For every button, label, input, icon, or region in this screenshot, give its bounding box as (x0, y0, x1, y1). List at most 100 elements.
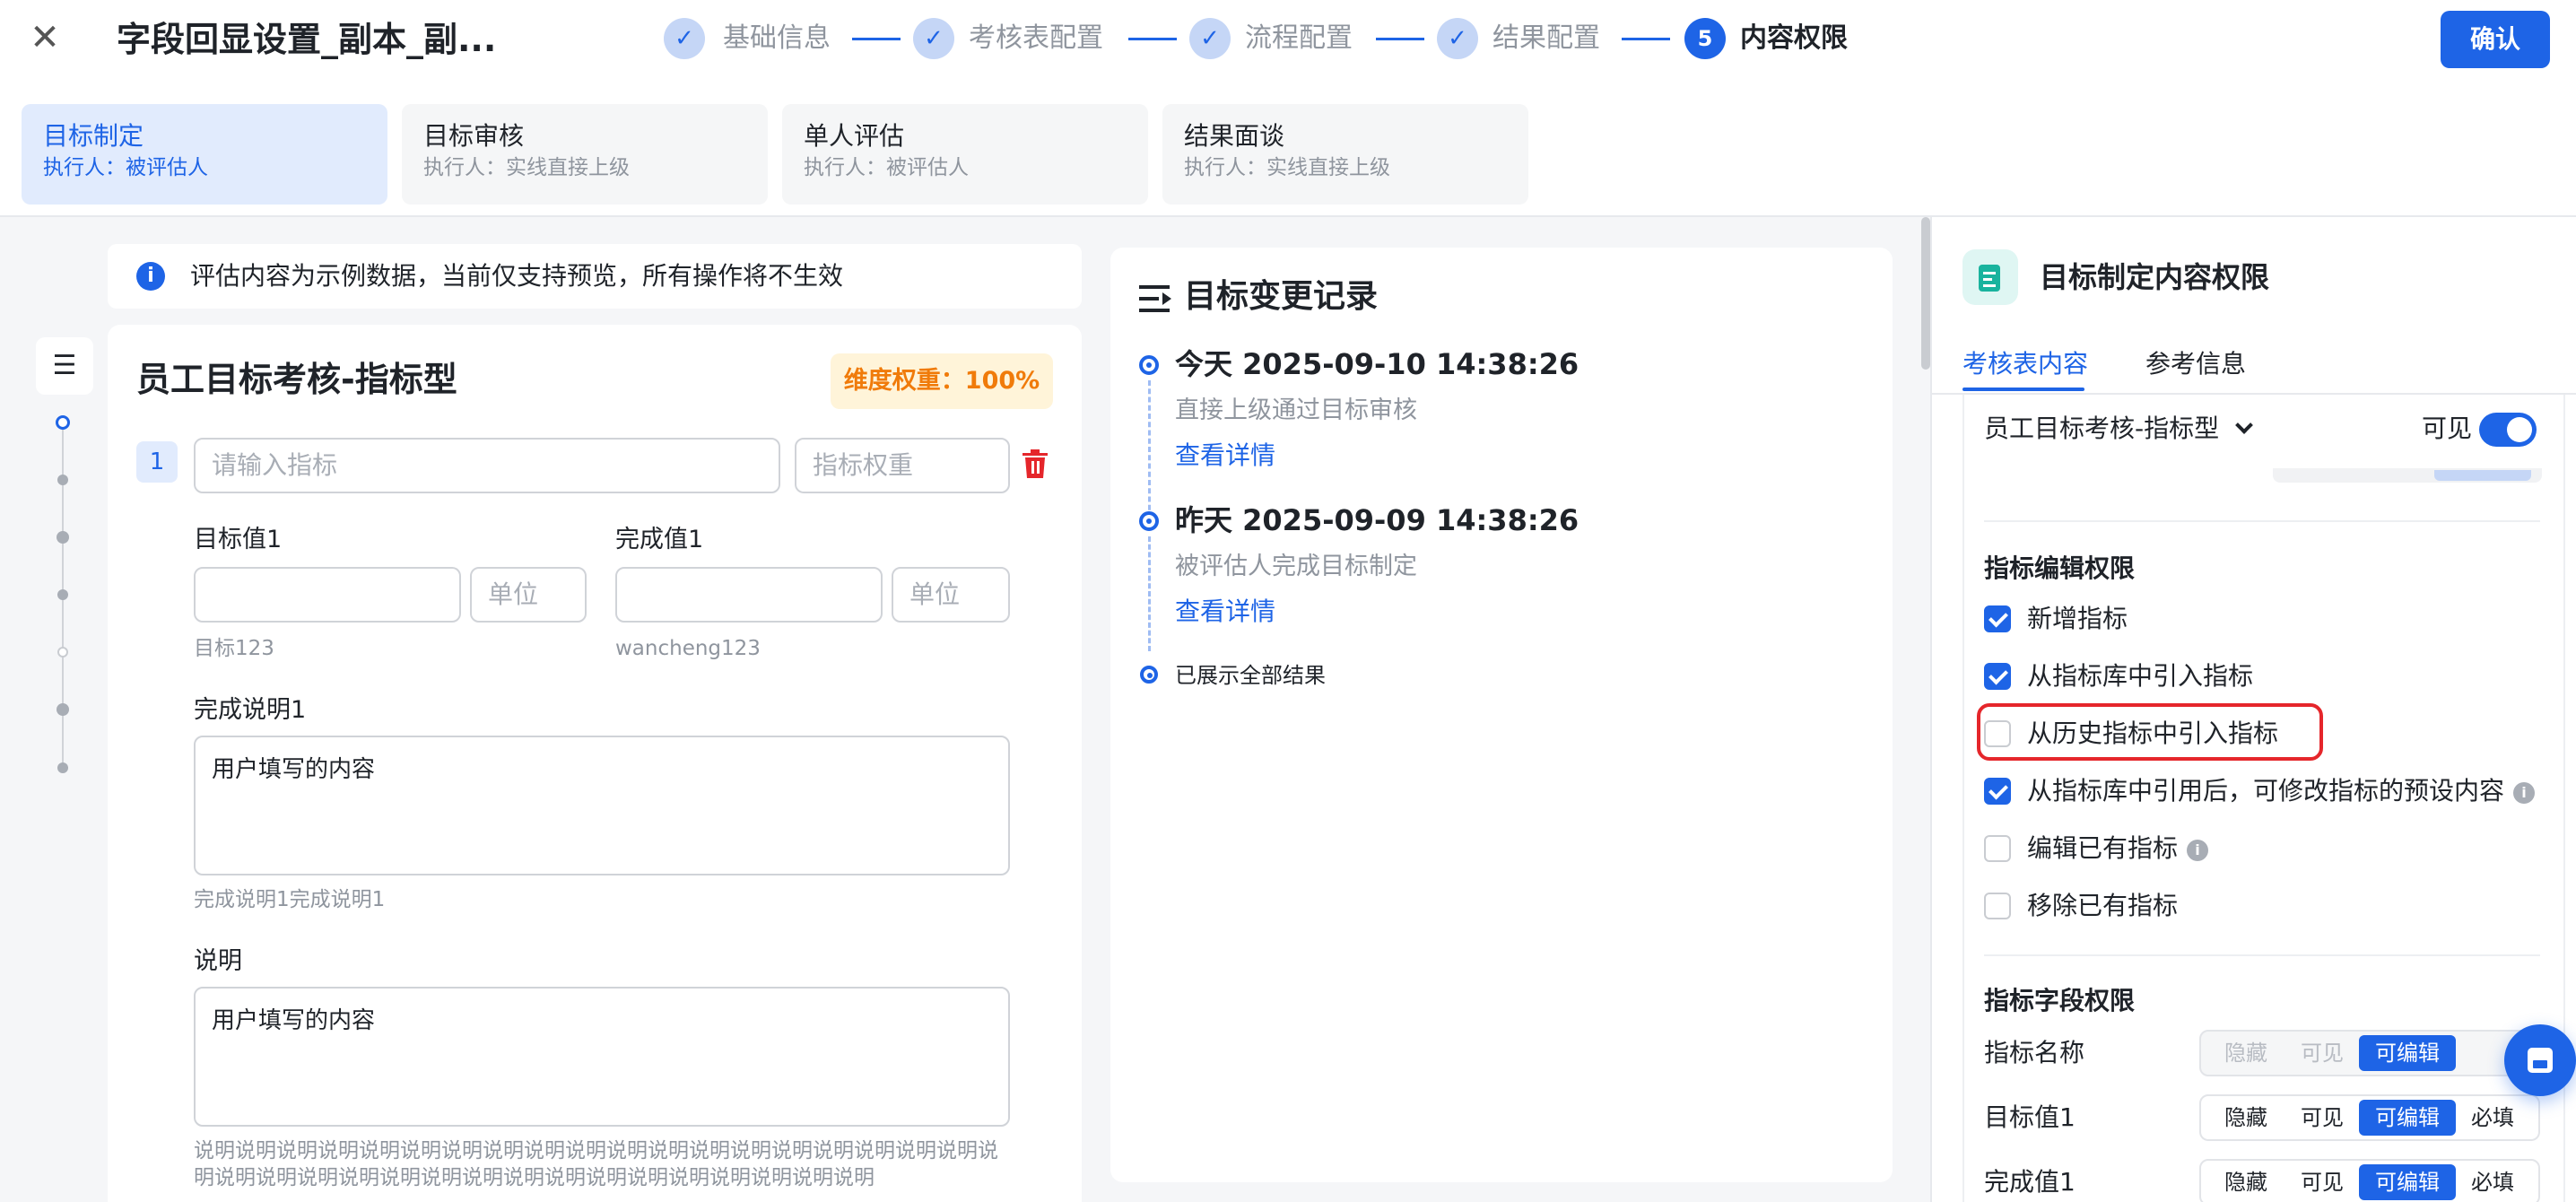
view-details-link[interactable]: 查看详情 (1175, 594, 1275, 630)
scrollbar[interactable] (1921, 217, 1930, 370)
change-log-icon (1139, 285, 1171, 312)
form-title: 员工目标考核-指标型 (136, 360, 457, 399)
step-connector (1376, 38, 1424, 40)
perm-import-from-history[interactable]: 从历史指标中引入指标 (1984, 716, 2316, 752)
completion-desc-label: 完成说明1 (194, 696, 307, 724)
outline-dot[interactable] (57, 647, 68, 658)
stage-tab-result-interview[interactable]: 结果面谈 执行人：实线直接上级 (1162, 104, 1528, 205)
visible-toggle[interactable] (2479, 413, 2537, 447)
step-connector (1622, 38, 1670, 40)
outline-dot[interactable] (57, 762, 68, 773)
description-hint: 说明说明说明说明说明说明说明说明说明说明说明说明说明说明说明说明说明说明说明说明… (194, 1139, 998, 1189)
option-hidden[interactable]: 隐藏 (2206, 1100, 2285, 1136)
option-required[interactable]: 必填 (2456, 1100, 2529, 1136)
step-5-label[interactable]: 内容权限 (1740, 18, 1848, 59)
active-tab-indicator (1962, 388, 2084, 391)
step-connector (852, 38, 901, 40)
tab-form-content[interactable]: 考核表内容 (1962, 346, 2088, 382)
checkbox-unchecked[interactable] (1984, 720, 2011, 747)
option-visible[interactable]: 可见 (2285, 1035, 2359, 1071)
step-3-check-icon: ✓ (1189, 18, 1231, 59)
completion-value-label: 完成值1 (615, 526, 704, 553)
option-editable[interactable]: 可编辑 (2359, 1035, 2456, 1071)
step-2-label[interactable]: 考核表配置 (969, 18, 1103, 59)
stage-tab-goal-setting[interactable]: 目标制定 执行人：被评估人 (22, 104, 387, 205)
visible-label: 可见 (2422, 414, 2473, 443)
field-permission-title: 指标字段权限 (1984, 986, 2136, 1015)
close-icon[interactable]: ✕ (25, 18, 65, 57)
perm-modify-preset[interactable]: 从指标库中引用后，可修改指标的预设内容 i (1984, 773, 2558, 809)
step-1-check-icon: ✓ (664, 18, 705, 59)
completion-unit-input[interactable]: 单位 (892, 567, 1010, 623)
stage-name: 目标审核 (423, 121, 525, 151)
save-icon (2528, 1048, 2553, 1073)
option-hidden[interactable]: 隐藏 (2206, 1035, 2285, 1071)
option-editable[interactable]: 可编辑 (2359, 1164, 2456, 1200)
completion-value-input[interactable] (615, 567, 883, 623)
timeline-desc: 被评估人完成目标制定 (1175, 553, 1417, 580)
checkbox-unchecked[interactable] (1984, 835, 2011, 862)
checkbox-checked[interactable] (1984, 778, 2011, 805)
outline-dot[interactable] (57, 589, 68, 600)
field-label: 目标值1 (1984, 1102, 2076, 1132)
stage-tab-self-evaluation[interactable]: 单人评估 执行人：被评估人 (782, 104, 1148, 205)
perm-label-text: 编辑已有指标 (2027, 833, 2179, 863)
step-5-number: 5 (1684, 18, 1726, 59)
outline-dot[interactable] (57, 703, 69, 716)
perm-import-from-library[interactable]: 从指标库中引入指标 (1984, 658, 2343, 694)
stage-executor: 执行人：被评估人 (43, 156, 208, 179)
tab-reference-info[interactable]: 参考信息 (2145, 346, 2246, 382)
document-icon (1962, 249, 2018, 305)
field-permission-selector[interactable]: 隐藏 可见 可编辑 (2199, 1030, 2540, 1076)
view-details-link[interactable]: 查看详情 (1175, 438, 1275, 474)
notice-text: 评估内容为示例数据，当前仅支持预览，所有操作将不生效 (190, 261, 844, 291)
checkbox-checked[interactable] (1984, 663, 2011, 690)
page-title: 字段回显设置_副本_副... (117, 20, 497, 59)
preview-notice: i 评估内容为示例数据，当前仅支持预览，所有操作将不生效 (108, 244, 1082, 309)
option-editable[interactable]: 可编辑 (2359, 1100, 2456, 1136)
evaluation-form-card: 员工目标考核-指标型 维度权重：100% 1 请输入指标 指标权重 目标值1 单… (108, 325, 1082, 1202)
info-icon[interactable]: i (2513, 782, 2536, 804)
step-3-label[interactable]: 流程配置 (1245, 18, 1353, 59)
stage-name: 单人评估 (804, 121, 905, 151)
scrolled-content-edge (2434, 470, 2531, 481)
outline-dot[interactable] (57, 475, 68, 485)
target-value-input[interactable] (194, 567, 461, 623)
stage-executor: 执行人：被评估人 (804, 156, 969, 179)
stage-tab-goal-review[interactable]: 目标审核 执行人：实线直接上级 (402, 104, 768, 205)
field-label: 完成值1 (1984, 1167, 2076, 1197)
option-hidden[interactable]: 隐藏 (2206, 1164, 2285, 1200)
option-visible[interactable]: 可见 (2285, 1164, 2359, 1200)
goal-change-log-card: 目标变更记录 今天 2025-09-10 14:38:26 直接上级通过目标审核… (1110, 248, 1893, 1182)
target-unit-input[interactable]: 单位 (470, 567, 587, 623)
indicator-name-input[interactable]: 请输入指标 (194, 438, 780, 493)
chevron-down-icon (2235, 416, 2253, 434)
step-1-label[interactable]: 基础信息 (723, 18, 831, 59)
completion-desc-textarea[interactable]: 用户填写的内容 (194, 736, 1010, 875)
option-required[interactable]: 必填 (2456, 1164, 2529, 1200)
checkbox-unchecked[interactable] (1984, 893, 2011, 919)
save-float-button[interactable] (2504, 1024, 2576, 1096)
indicator-weight-input[interactable]: 指标权重 (795, 438, 1010, 493)
info-icon: i (136, 262, 165, 291)
option-visible[interactable]: 可见 (2285, 1100, 2359, 1136)
outline-list-icon[interactable]: ☰ (36, 337, 93, 395)
confirm-button[interactable]: 确认 (2441, 11, 2550, 68)
delete-icon[interactable] (1021, 449, 1049, 479)
step-4-label[interactable]: 结果配置 (1493, 18, 1600, 59)
info-icon[interactable]: i (2187, 840, 2209, 861)
field-permission-selector[interactable]: 隐藏 可见 可编辑 必填 (2199, 1094, 2540, 1141)
perm-edit-existing[interactable]: 编辑已有指标 i (1984, 831, 2271, 867)
checkbox-checked[interactable] (1984, 605, 2011, 632)
section-selector[interactable]: 员工目标考核-指标型 (1984, 409, 2253, 449)
divider (1984, 954, 2540, 956)
outline-dot-active[interactable] (56, 415, 70, 430)
outline-dot[interactable] (57, 531, 69, 544)
stage-executor: 执行人：实线直接上级 (423, 156, 630, 179)
description-textarea[interactable]: 用户填写的内容 (194, 987, 1010, 1127)
panel-title: 目标制定内容权限 (2040, 260, 2270, 294)
field-permission-selector[interactable]: 隐藏 可见 可编辑 必填 (2199, 1159, 2540, 1202)
perm-remove-existing[interactable]: 移除已有指标 (1984, 888, 2271, 924)
timeline-desc: 直接上级通过目标审核 (1175, 396, 1417, 424)
perm-add-indicator[interactable]: 新增指标 (1984, 601, 2253, 637)
